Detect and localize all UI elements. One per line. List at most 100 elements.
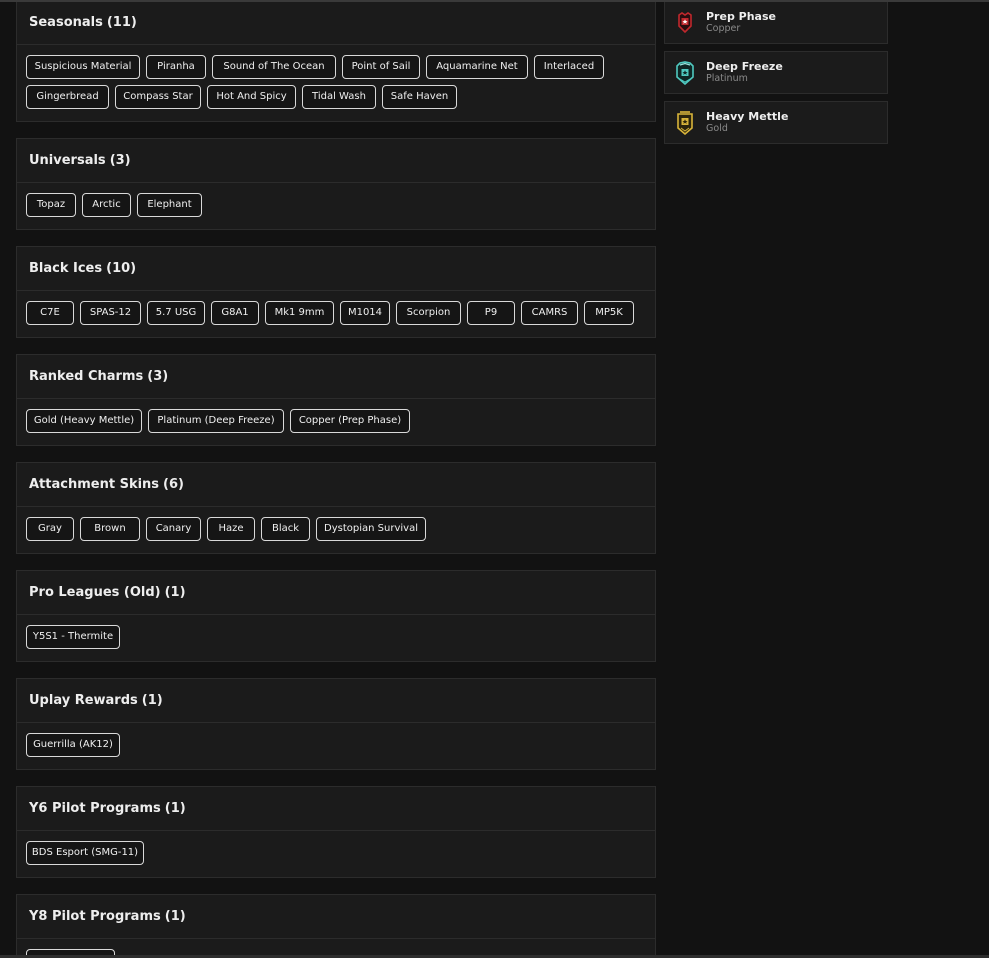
rank-tier: Copper <box>706 23 741 34</box>
section-title: Attachment Skins (6) <box>29 477 184 492</box>
chip-safe-haven[interactable]: Safe Haven <box>382 85 457 109</box>
chip-sound-of-the-ocean[interactable]: Sound of The Ocean <box>212 55 336 79</box>
chip-black[interactable]: Black <box>261 517 310 541</box>
chip-p9[interactable]: P9 <box>467 301 515 325</box>
rank-name: Heavy Mettle <box>706 110 789 123</box>
section-count: (6) <box>163 477 184 492</box>
chip-arctic[interactable]: Arctic <box>82 193 131 217</box>
chip-spas-12[interactable]: SPAS-12 <box>80 301 141 325</box>
chip-point-of-sail[interactable]: Point of Sail <box>342 55 420 79</box>
chip-list: Guerrilla (AK12) <box>17 723 655 769</box>
chip-bds-esport-smg-11[interactable]: BDS Esport (SMG-11) <box>26 841 144 865</box>
section-y8-pilot-programs: Y8 Pilot Programs(1) Talon (SMG-11) <box>16 894 656 958</box>
chip-interlaced[interactable]: Interlaced <box>534 55 604 79</box>
section-header: Uplay Rewards (1) <box>17 679 655 723</box>
chip-gingerbread[interactable]: Gingerbread <box>26 85 109 109</box>
section-title-text: Attachment Skins <box>29 477 160 492</box>
section-pro-leagues-old: Pro Leagues (Old) (1) Y5S1 - Thermite <box>16 570 656 662</box>
rank-tier: Platinum <box>706 73 748 84</box>
rank-card-heavy-mettle[interactable]: Heavy Mettle Gold <box>664 101 888 144</box>
gold-rank-icon <box>675 110 695 136</box>
section-count: (1) <box>164 909 186 924</box>
section-count: (1) <box>164 801 186 816</box>
chip-hot-and-spicy[interactable]: Hot And Spicy <box>207 85 296 109</box>
section-count: (3) <box>109 153 131 168</box>
chip-suspicious-material[interactable]: Suspicious Material <box>26 55 140 79</box>
chip-camrs[interactable]: CAMRS <box>521 301 578 325</box>
chip-list: Topaz Arctic Elephant <box>17 183 655 229</box>
section-attachment-skins: Attachment Skins (6) Gray Brown Canary Ha… <box>16 462 656 554</box>
copper-rank-icon <box>675 10 695 36</box>
platinum-rank-icon <box>675 60 695 86</box>
chip-scorpion[interactable]: Scorpion <box>396 301 461 325</box>
rank-text: Deep Freeze Platinum <box>706 60 783 85</box>
chip-piranha[interactable]: Piranha <box>146 55 206 79</box>
chip-mk1-9mm[interactable]: Mk1 9mm <box>265 301 334 325</box>
ranked-charm-sidebar: Prep Phase Copper Deep Freeze Platinum H… <box>664 2 888 151</box>
chip-list: Gray Brown Canary Haze Black Dystopian S… <box>17 507 655 553</box>
section-title-text: Universals <box>29 153 106 168</box>
section-title-text: Uplay Rewards <box>29 693 138 708</box>
chip-brown[interactable]: Brown <box>80 517 140 541</box>
rank-name: Prep Phase <box>706 10 776 23</box>
chip-y5s1-thermite[interactable]: Y5S1 - Thermite <box>26 625 120 649</box>
section-title-text: Seasonals <box>29 15 103 30</box>
rank-card-prep-phase[interactable]: Prep Phase Copper <box>664 2 888 44</box>
page: Seasonals (11) Suspicious Material Piranh… <box>0 0 989 958</box>
section-title: Black Ices (10) <box>29 261 136 276</box>
chip-5-7-usg[interactable]: 5.7 USG <box>147 301 205 325</box>
chip-g8a1[interactable]: G8A1 <box>211 301 259 325</box>
chip-m1014[interactable]: M1014 <box>340 301 390 325</box>
rank-tier: Gold <box>706 123 728 134</box>
section-header: Attachment Skins (6) <box>17 463 655 507</box>
section-header: Ranked Charms (3) <box>17 355 655 399</box>
chip-guerrilla-ak12[interactable]: Guerrilla (AK12) <box>26 733 120 757</box>
section-header: Black Ices (10) <box>17 247 655 291</box>
section-title-text: Y8 Pilot Programs <box>29 909 161 924</box>
chip-list: Y5S1 - Thermite <box>17 615 655 661</box>
section-black-ices: Black Ices (10) C7E SPAS-12 5.7 USG G8A1 … <box>16 246 656 338</box>
rank-name: Deep Freeze <box>706 60 783 73</box>
section-title: Y8 Pilot Programs (1) <box>29 909 186 924</box>
section-universals: Universals (3) Topaz Arctic Elephant <box>16 138 656 230</box>
section-count: (1) <box>141 693 163 708</box>
chip-aquamarine-net[interactable]: Aquamarine Net <box>426 55 528 79</box>
section-header: Seasonals (11) <box>17 2 655 45</box>
section-uplay-rewards: Uplay Rewards (1) Guerrilla (AK12) <box>16 678 656 770</box>
section-ranked-charms: Ranked Charms (3) Gold (Heavy Mettle) Pla… <box>16 354 656 446</box>
section-title: Ranked Charms (3) <box>29 369 168 384</box>
chip-elephant[interactable]: Elephant <box>137 193 202 217</box>
chip-c7e[interactable]: C7E <box>26 301 74 325</box>
chip-dystopian-survival[interactable]: Dystopian Survival <box>316 517 426 541</box>
section-title-text: Black Ices <box>29 261 103 276</box>
chip-topaz[interactable]: Topaz <box>26 193 76 217</box>
section-title: Universals (3) <box>29 153 131 168</box>
chip-gray[interactable]: Gray <box>26 517 74 541</box>
rank-text: Heavy Mettle Gold <box>706 110 788 135</box>
rank-text: Prep Phase Copper <box>706 10 776 35</box>
chip-canary[interactable]: Canary <box>146 517 201 541</box>
section-title: Pro Leagues (Old) (1) <box>29 585 186 600</box>
section-count: (10) <box>106 261 137 276</box>
section-count: (1) <box>164 585 186 600</box>
section-header: Universals (3) <box>17 139 655 183</box>
section-seasonals: Seasonals (11) Suspicious Material Piranh… <box>16 2 656 122</box>
chip-list: C7E SPAS-12 5.7 USG G8A1 Mk1 9mm M1014 S… <box>17 291 655 337</box>
section-title-text: Y6 Pilot Programs <box>29 801 161 816</box>
chip-list: BDS Esport (SMG-11) <box>17 831 655 877</box>
rank-card-deep-freeze[interactable]: Deep Freeze Platinum <box>664 51 888 94</box>
section-title: Y6 Pilot Programs (1) <box>29 801 186 816</box>
main-content: Seasonals (11) Suspicious Material Piranh… <box>16 2 656 958</box>
section-header: Y8 Pilot Programs (1) <box>17 895 655 939</box>
chip-mp5k[interactable]: MP5K <box>584 301 634 325</box>
chip-copper-prep-phase[interactable]: Copper (Prep Phase) <box>290 409 410 433</box>
section-title-text: Ranked Charms <box>29 369 144 384</box>
chip-compass-star[interactable]: Compass Star <box>115 85 201 109</box>
section-count: (11) <box>106 15 137 30</box>
chip-list: Suspicious Material Piranha Sound of The… <box>17 45 655 121</box>
chip-tidal-wash[interactable]: Tidal Wash <box>302 85 376 109</box>
chip-haze[interactable]: Haze <box>207 517 255 541</box>
section-count: (3) <box>147 369 169 384</box>
chip-gold-heavy-mettle[interactable]: Gold (Heavy Mettle) <box>26 409 142 433</box>
chip-platinum-deep-freeze[interactable]: Platinum (Deep Freeze) <box>148 409 284 433</box>
